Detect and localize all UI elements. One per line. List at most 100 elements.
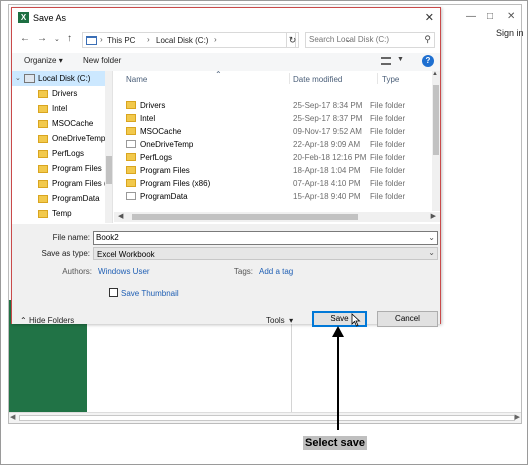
file-type: File folder bbox=[370, 192, 406, 201]
tree-item-label: PerfLogs bbox=[52, 149, 85, 158]
file-row[interactable]: Intel 25-Sep-17 8:37 PM File folder bbox=[126, 112, 430, 125]
authors-label: Authors: bbox=[62, 267, 92, 276]
tree-item-local-disk[interactable]: ⌄ Local Disk (C:) bbox=[12, 71, 105, 86]
tree-item-label: Temp bbox=[52, 209, 72, 218]
file-list[interactable]: Name ⌃ Date modified Type Drivers 25-Sep… bbox=[114, 71, 440, 223]
new-folder-button[interactable]: New folder bbox=[83, 56, 121, 65]
tree-item-perflogs[interactable]: PerfLogs bbox=[12, 146, 105, 161]
file-name-field[interactable]: ⌄ bbox=[93, 231, 438, 245]
dialog-close-icon[interactable]: ✕ bbox=[425, 11, 434, 24]
save-as-type-select[interactable]: Excel Workbook ⌄ bbox=[93, 247, 438, 260]
tree-item-msocache[interactable]: MSOCache bbox=[12, 116, 105, 131]
tree-item-label: OneDriveTemp bbox=[52, 134, 105, 143]
up-arrow-icon[interactable]: ↑ bbox=[67, 33, 72, 44]
scroll-thumb[interactable] bbox=[132, 214, 358, 220]
column-header-type[interactable]: Type bbox=[378, 71, 428, 86]
minimize-icon[interactable]: — bbox=[466, 11, 476, 22]
disk-icon bbox=[24, 74, 35, 83]
scroll-up-icon[interactable]: ▲ bbox=[432, 71, 438, 77]
chevron-right-icon[interactable]: › bbox=[214, 35, 217, 44]
scroll-left-icon[interactable]: ◀ bbox=[118, 212, 123, 220]
file-row[interactable]: PerfLogs 20-Feb-18 12:16 PM File folder bbox=[126, 151, 430, 164]
file-list-vertical-scrollbar[interactable]: ▲ bbox=[432, 71, 440, 211]
search-box[interactable]: ⚲ bbox=[305, 32, 435, 48]
help-icon[interactable]: ? bbox=[422, 55, 434, 67]
refresh-button[interactable]: ↻ bbox=[286, 32, 299, 48]
excel-horizontal-scrollbar[interactable]: ◀ ▶ bbox=[9, 412, 521, 423]
address-bar[interactable]: › This PC › Local Disk (C:) › ⌄ bbox=[82, 32, 352, 48]
tree-item-drivers[interactable]: Drivers bbox=[12, 86, 105, 101]
tree-item-programdata[interactable]: ProgramData bbox=[12, 191, 105, 206]
folder-icon bbox=[38, 165, 48, 173]
file-name: Program Files bbox=[140, 166, 190, 175]
navigation-pane-scrollbar[interactable] bbox=[105, 71, 112, 223]
chevron-right-icon[interactable]: › bbox=[100, 35, 103, 44]
file-row[interactable]: MSOCache 09-Nov-17 9:52 AM File folder bbox=[126, 125, 430, 138]
chevron-down-icon[interactable]: ▼ bbox=[397, 56, 404, 63]
scroll-left-icon[interactable]: ◀ bbox=[10, 413, 15, 421]
column-header-label: Name bbox=[126, 75, 148, 84]
file-row[interactable]: Program Files 18-Apr-18 1:04 PM File fol… bbox=[126, 164, 430, 177]
save-options-area: File name: ⌄ Save as type: Excel Workboo… bbox=[12, 224, 440, 327]
file-row[interactable]: Program Files (x86) 07-Apr-18 4:10 PM Fi… bbox=[126, 177, 430, 190]
dialog-titlebar: X Save As ✕ bbox=[12, 8, 440, 28]
scroll-right-icon[interactable]: ▶ bbox=[515, 413, 520, 421]
tree-item-temp[interactable]: Temp bbox=[12, 206, 105, 221]
tree-item-intel[interactable]: Intel bbox=[12, 101, 105, 116]
folder-icon bbox=[38, 135, 48, 143]
file-row[interactable]: ProgramData 15-Apr-18 9:40 PM File folde… bbox=[126, 190, 430, 203]
file-list-horizontal-scrollbar[interactable]: ◀ ▶ bbox=[114, 212, 440, 222]
forward-arrow-icon[interactable]: → bbox=[37, 33, 47, 44]
chevron-down-icon[interactable]: ⌄ bbox=[428, 248, 435, 257]
scroll-right-icon[interactable]: ▶ bbox=[431, 212, 436, 220]
file-row[interactable]: OneDriveTemp 22-Apr-18 9:09 AM File fold… bbox=[126, 138, 430, 151]
scroll-thumb[interactable] bbox=[106, 156, 112, 184]
view-options-icon[interactable] bbox=[381, 57, 391, 65]
file-row[interactable]: Drivers 25-Sep-17 8:34 PM File folder bbox=[126, 99, 430, 112]
scroll-thumb[interactable] bbox=[433, 85, 439, 155]
column-header-name[interactable]: Name ⌃ bbox=[114, 71, 284, 86]
hide-folders-button[interactable]: ⌃ Hide Folders bbox=[20, 316, 74, 325]
tree-item-label: ProgramData bbox=[52, 194, 100, 203]
dialog-title: Save As bbox=[33, 13, 67, 23]
back-arrow-icon[interactable]: ← bbox=[20, 33, 30, 44]
save-thumbnail-checkbox[interactable] bbox=[109, 288, 118, 297]
column-header-date[interactable]: Date modified bbox=[290, 71, 370, 86]
tools-menu[interactable]: Tools ▾ bbox=[266, 316, 293, 325]
recent-locations-icon[interactable]: ⌄ bbox=[54, 35, 60, 43]
tree-item-program-files[interactable]: Program Files bbox=[12, 161, 105, 176]
close-window-icon[interactable]: ✕ bbox=[507, 11, 515, 22]
save-as-type-label: Save as type: bbox=[41, 249, 90, 258]
organize-label: Organize bbox=[24, 56, 57, 65]
save-thumbnail-label[interactable]: Save Thumbnail bbox=[121, 289, 179, 298]
tree-item-label: Local Disk (C:) bbox=[38, 74, 91, 83]
authors-value[interactable]: Windows User bbox=[98, 267, 150, 276]
folder-icon bbox=[126, 153, 136, 161]
add-tag-link[interactable]: Add a tag bbox=[259, 267, 293, 276]
tree-item-onedrivetemp[interactable]: OneDriveTemp bbox=[12, 131, 105, 146]
maximize-icon[interactable]: □ bbox=[487, 11, 493, 22]
chevron-right-icon[interactable]: › bbox=[147, 35, 150, 44]
annotation-arrow-line bbox=[337, 336, 339, 430]
folder-icon bbox=[38, 120, 48, 128]
mouse-cursor-icon bbox=[351, 313, 361, 327]
folder-icon bbox=[126, 179, 136, 187]
file-date: 18-Apr-18 1:04 PM bbox=[293, 166, 361, 175]
scroll-thumb[interactable] bbox=[19, 415, 515, 421]
search-input[interactable] bbox=[309, 35, 417, 44]
file-type: File folder bbox=[370, 179, 406, 188]
file-name-input[interactable] bbox=[96, 233, 416, 242]
chevron-down-icon[interactable]: ⌄ bbox=[15, 74, 21, 82]
tree-item-program-files-x86[interactable]: Program Files ( bbox=[12, 176, 105, 191]
organize-menu[interactable]: Organize ▾ bbox=[24, 56, 63, 65]
save-as-type-value: Excel Workbook bbox=[97, 250, 155, 259]
file-name: MSOCache bbox=[140, 127, 182, 136]
folder-icon bbox=[38, 90, 48, 98]
file-type: File folder bbox=[370, 140, 406, 149]
navigation-pane[interactable]: ⌄ Local Disk (C:) Drivers Intel MSOCache… bbox=[12, 71, 113, 223]
breadcrumb-local-disk[interactable]: Local Disk (C:) bbox=[156, 36, 208, 45]
chevron-down-icon[interactable]: ⌄ bbox=[428, 233, 435, 242]
breadcrumb-this-pc[interactable]: This PC bbox=[107, 36, 135, 45]
sign-in-link[interactable]: Sign in bbox=[496, 28, 524, 38]
cancel-button[interactable]: Cancel bbox=[377, 311, 438, 327]
